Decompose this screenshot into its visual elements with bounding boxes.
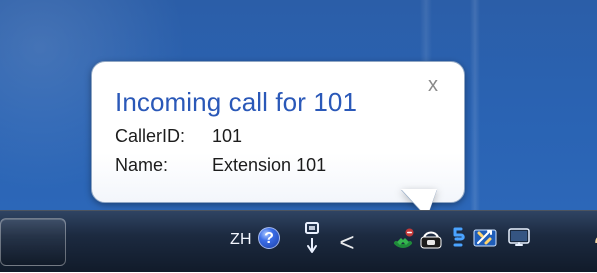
close-icon[interactable]: x <box>423 75 443 95</box>
caller-name-value: Extension 101 <box>212 155 327 175</box>
phone-green-icon[interactable] <box>390 225 416 251</box>
caller-id-row: CallerID: 101 <box>115 126 242 147</box>
tools-icon[interactable] <box>472 225 498 251</box>
tray-right-edge-icon[interactable]: ♟ <box>592 223 597 251</box>
incoming-call-notification: Incoming call for 101 x CallerID: 101 Na… <box>91 61 465 227</box>
chevron-left-icon[interactable]: < <box>338 229 356 255</box>
caller-id-value: 101 <box>212 126 243 146</box>
notification-title: Incoming call for 101 <box>115 87 358 117</box>
system-tray: ZH ? < <box>220 211 597 273</box>
tray-small-icon[interactable] <box>303 222 321 256</box>
caller-name-row: Name: Extension 101 <box>115 155 326 176</box>
caller-name-label: Name: <box>115 155 169 175</box>
desktop-light-streak <box>470 0 480 210</box>
monitor-icon[interactable] <box>506 225 532 251</box>
help-icon[interactable]: ? <box>258 227 280 249</box>
taskbar-app-button[interactable] <box>0 218 66 266</box>
taskbar: ZH ? < <box>0 210 597 272</box>
phone-handset-icon[interactable] <box>418 225 444 251</box>
sync-icon[interactable] <box>446 225 472 251</box>
language-indicator[interactable]: ZH <box>230 231 252 249</box>
caller-id-label: CallerID: <box>115 126 186 146</box>
